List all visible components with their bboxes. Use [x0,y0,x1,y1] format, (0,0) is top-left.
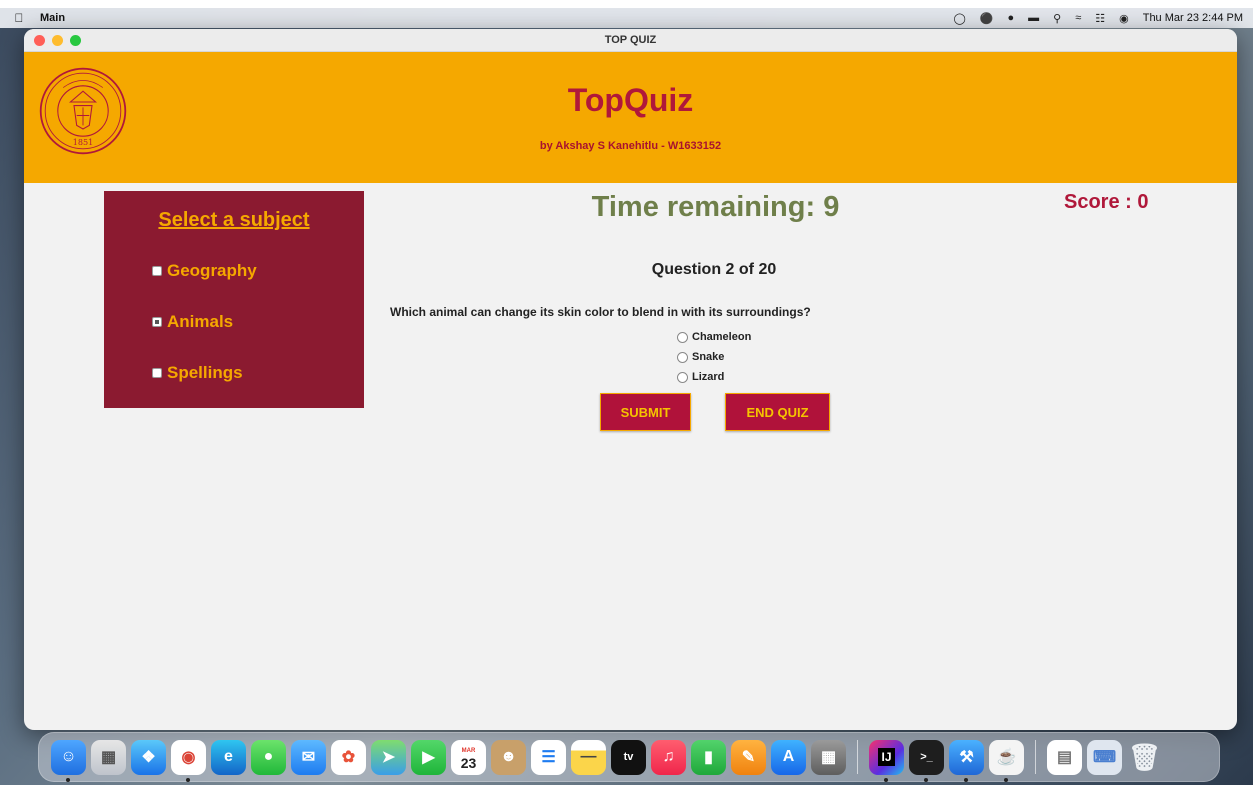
search-icon[interactable]: ⚲ [1053,12,1061,25]
finder-icon[interactable]: ☺ [51,739,86,782]
option-label: Lizard [692,371,725,383]
downloads-stack-icon[interactable]: ▤ [1047,739,1082,775]
close-window-button[interactable] [34,34,45,46]
chrome-icon[interactable]: ◉ [171,739,206,782]
option-snake[interactable]: Snake [677,347,751,367]
author-subtitle: by Akshay S Kanehitlu - W1633152 [539,140,722,152]
notes-icon[interactable]: — [571,739,606,775]
calculator-icon[interactable]: ▦ [811,739,846,775]
window-controls [34,34,81,46]
question-counter: Question 2 of 20 [651,261,777,278]
calendar-icon[interactable]: MAR 23 [451,739,486,775]
subject-label: Spellings [167,363,243,382]
subject-label: Geography [167,261,257,280]
battery-icon[interactable]: ▬ [1028,12,1039,24]
end-quiz-button[interactable]: END QUIZ [725,393,830,431]
radio-button[interactable] [677,331,688,343]
mail-icon[interactable]: ✉ [291,739,326,775]
launchpad-icon[interactable]: ▦ [91,739,126,775]
submit-button[interactable]: SUBMIT [600,393,691,431]
xcode-icon[interactable]: ⚒ [949,739,984,782]
control-center-icon[interactable]: ☷ [1095,12,1105,25]
messages-icon[interactable]: ● [251,739,286,775]
terminal-icon[interactable]: >_ [909,739,944,782]
siri-icon[interactable]: ◉ [1119,12,1129,25]
music-icon[interactable]: ♫ [651,739,686,775]
menu-datetime[interactable]: Thu Mar 23 2:44 PM [1143,12,1243,24]
checkbox[interactable] [152,317,162,327]
option-label: Snake [692,351,725,363]
pages-icon[interactable]: ✎ [731,739,766,775]
user-icon[interactable]: ● [1007,12,1014,24]
photos-icon[interactable]: ✿ [331,739,366,775]
option-chameleon[interactable]: Chameleon [677,327,751,347]
subject-label: Animals [167,312,234,331]
checkbox[interactable] [152,368,162,378]
maps-icon[interactable]: ➤ [371,739,406,775]
wifi-icon[interactable]: ≈ [1075,12,1081,24]
apple-tv-icon[interactable]: tv [611,739,646,775]
minimize-window-button[interactable] [52,34,63,46]
app-header: 1851 TopQuiz by Akshay S Kanehitlu - W16… [24,52,1237,183]
clipped-caption [0,0,1253,8]
app-store-icon[interactable]: A [771,739,806,775]
java-icon[interactable]: ☕ [989,739,1024,782]
app-window: TOP QUIZ 1851 TopQuiz by Akshay S Kanehi… [24,29,1237,730]
safari-icon[interactable]: ❖ [131,739,166,775]
radio-button[interactable] [677,351,688,363]
window-title: TOP QUIZ [604,34,657,46]
shield-icon[interactable]: ⚫ [980,12,994,25]
apple-icon[interactable]:  [10,11,28,25]
maximize-window-button[interactable] [70,34,81,46]
reminders-icon[interactable]: ☰ [531,739,566,775]
keyboard-viewer-icon[interactable]: ⌨ [1087,739,1122,775]
menu-bar:  Main ◯ ⚫ ● ▬ ⚲ ≈ ☷ ◉ Thu Mar 23 2:44 P… [0,8,1253,28]
dock: ☺ ▦ ❖ ◉ e ● ✉ ✿ ➤ ▶ MAR 23 ☻ ☰ — tv ♫ ▮ … [38,732,1220,782]
dock-separator [1035,740,1036,774]
subject-item-animals[interactable]: Animals [152,312,233,332]
option-lizard[interactable]: Lizard [677,367,751,387]
trash-icon[interactable]: 🗑 [1127,740,1162,775]
title-bar[interactable]: TOP QUIZ [24,29,1237,52]
time-remaining: Time remaining: 9 [591,191,840,223]
subject-item-geography[interactable]: Geography [152,261,257,281]
subject-item-spellings[interactable]: Spellings [152,363,243,383]
facetime-icon[interactable]: ▶ [411,739,446,775]
question-text: Which animal can change its skin color t… [390,305,811,319]
intellij-icon[interactable]: IJ [869,739,904,782]
numbers-icon[interactable]: ▮ [691,739,726,775]
option-label: Chameleon [692,331,752,343]
edge-icon[interactable]: e [211,739,246,775]
contacts-icon[interactable]: ☻ [491,739,526,775]
radio-button[interactable] [677,371,688,383]
menu-app-name[interactable]: Main [40,12,65,24]
record-icon[interactable]: ◯ [953,12,965,25]
checkbox[interactable] [152,266,162,276]
dock-separator [857,740,858,774]
answer-options: Chameleon Snake Lizard [677,327,751,387]
main-content: Select a subject Geography Animals Spell… [24,183,1237,729]
score-display: Score : 0 [1064,191,1149,213]
status-area: ◯ ⚫ ● ▬ ⚲ ≈ ☷ ◉ Thu Mar 23 2:44 PM [953,12,1243,25]
app-title: TopQuiz [567,82,694,118]
